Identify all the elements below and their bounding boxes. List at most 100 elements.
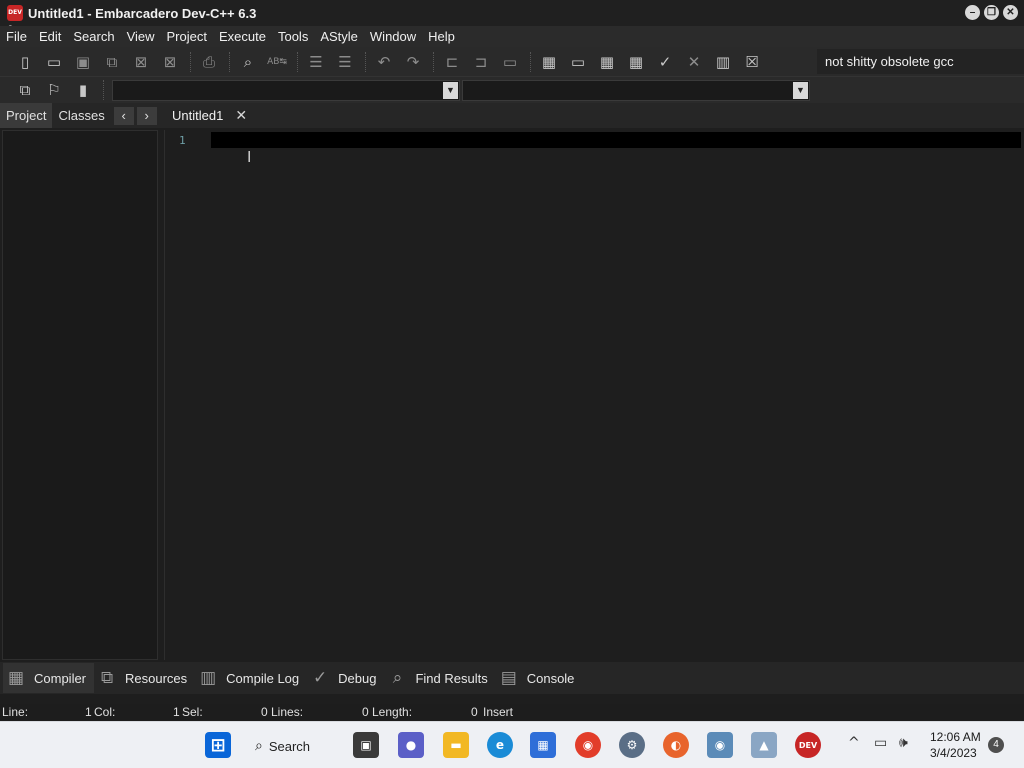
status-mode: Insert [483,705,514,719]
notification-badge[interactable]: 4 [988,737,1004,753]
tab-resources[interactable]: ⧉ Resources [94,663,195,693]
indent-icon[interactable]: ☰ [303,50,329,74]
unindent-icon[interactable]: ☰ [332,50,358,74]
find-icon[interactable]: ⌕ [235,50,261,74]
tab-compiler[interactable]: ▦ Compiler [3,663,95,693]
tab-label: Debug [338,670,377,686]
compiler-select[interactable]: not shitty obsolete gcc [817,49,1024,74]
menu-file[interactable]: File [0,26,33,47]
clock-time: 12:06 AM [930,730,981,744]
toolbar-separator [433,51,435,72]
code-editor[interactable]: 1 I [164,130,1024,660]
stop-icon[interactable]: ✕ [681,50,707,74]
save-icon[interactable]: ▣ [70,50,96,74]
minimize-icon[interactable]: – [965,5,980,20]
project-tree[interactable] [2,130,158,660]
task-view-icon[interactable]: ▣ [353,732,379,758]
tab-classes[interactable]: Classes [52,103,110,128]
tab-untitled1[interactable]: Untitled1 ✕ [166,103,254,128]
comment-icon[interactable]: ▭ [497,50,523,74]
settings-gear-icon[interactable]: ⚙ [619,732,645,758]
bookmark-in-icon[interactable]: ⊏ [439,50,465,74]
eyes-app-icon[interactable]: ◉ [707,732,733,758]
project-add-icon[interactable]: ⧉ [12,78,38,102]
save-all-icon[interactable]: ⧉ [99,50,125,74]
chevron-down-icon[interactable]: ▼ [793,82,808,99]
window-title: Untitled1 - Embarcadero Dev-C++ 6.3 [28,5,257,21]
bookmark-toggle-icon[interactable]: ▮ [70,78,96,102]
firefox-browser-icon[interactable]: ◐ [663,732,689,758]
open-icon[interactable]: ▭ [41,50,67,74]
close-all-icon[interactable]: ⊠ [157,50,183,74]
tab-console[interactable]: ▤ Console [496,663,583,693]
status-col-value: 1 [173,705,180,719]
file-explorer-icon[interactable]: ▬ [443,732,469,758]
close-file-icon[interactable]: ⊠ [128,50,154,74]
chevron-up-icon[interactable]: ^ [848,735,860,751]
bookmark-out-icon[interactable]: ⊐ [468,50,494,74]
search-label: Search [268,738,311,754]
status-line-value: 1 [85,705,92,719]
toolbar-separator [530,51,532,72]
tab-project[interactable]: Project [0,103,53,128]
menu-help[interactable]: Help [422,26,461,47]
function-combo[interactable]: ▼ [462,80,810,101]
volume-icon[interactable]: 🕪 [899,735,908,751]
editor-tab-bar: Untitled1 ✕ [164,103,1024,128]
teams-chat-icon[interactable]: ● [398,732,424,758]
new-file-icon[interactable]: ▯ [12,50,38,74]
chevron-down-icon[interactable]: ▼ [443,82,458,99]
syntax-check-icon[interactable]: ✓ [652,50,678,74]
toolbar-separator [229,51,231,72]
toolbar-separator [103,80,105,100]
print-icon[interactable]: ⎙ [196,50,222,74]
edge-browser-icon[interactable]: e [487,732,513,758]
chevron-right-icon[interactable]: › [136,106,157,125]
replace-icon[interactable]: AB↹ [264,50,290,74]
taskbar-search[interactable]: ⌕ Search [255,733,335,759]
tab-compile-log[interactable]: ▥ Compile Log [195,663,307,693]
bookmark-icon[interactable]: ⚐ [41,78,67,102]
class-combo[interactable]: ▼ [112,80,460,101]
resources-icon: ⧉ [100,668,114,688]
menu-view[interactable]: View [121,26,161,47]
close-icon[interactable]: ✕ [235,107,247,124]
status-sel-label: Sel: [182,705,203,719]
taskbar-clock[interactable]: 12:06 AM 3/4/2023 [930,729,981,761]
status-bar: Line: 1 Col: 1 Sel: 0 Lines: 0 Length: 0… [0,704,1024,721]
menu-window[interactable]: Window [364,26,422,47]
tab-debug[interactable]: ✓ Debug [307,663,384,693]
menu-project[interactable]: Project [161,26,213,47]
chrome-browser-icon[interactable]: ◉ [575,732,601,758]
menu-tools[interactable]: Tools [272,26,314,47]
panel-tabs: Project Classes ‹ › [0,103,164,128]
menu-astyle[interactable]: AStyle [314,26,364,47]
restore-icon[interactable]: ❐ [984,5,999,20]
devcpp-taskbar-icon[interactable]: DEV [795,732,821,758]
compile-icon[interactable]: ▦ [536,50,562,74]
microsoft-store-icon[interactable]: ▦ [530,732,556,758]
windows-start-icon[interactable]: ⊞ [205,732,231,758]
devcpp-app-icon[interactable]: DEV C++ [7,5,23,32]
photos-app-icon[interactable]: ▲ [751,732,777,758]
text-cursor-icon: I [247,148,252,166]
network-icon[interactable]: ▭ [874,735,887,751]
rebuild-icon[interactable]: ▦ [623,50,649,74]
chart-icon[interactable]: ▥ [710,50,736,74]
undo-icon[interactable]: ↶ [371,50,397,74]
run-icon[interactable]: ▭ [565,50,591,74]
menu-edit[interactable]: Edit [33,26,67,47]
compile-run-icon[interactable]: ▦ [594,50,620,74]
menu-execute[interactable]: Execute [213,26,272,47]
tab-title: Untitled1 [172,108,224,123]
close-icon[interactable]: ✕ [1003,5,1018,20]
clock-date: 3/4/2023 [930,746,977,760]
delete-icon[interactable]: ☒ [739,50,765,74]
menu-search[interactable]: Search [67,26,120,47]
find-icon: ⌕ [392,668,403,688]
status-length-value: 0 [471,705,478,719]
toolbar-separator [190,51,192,72]
redo-icon[interactable]: ↷ [400,50,426,74]
chevron-left-icon[interactable]: ‹ [113,106,134,125]
tab-find-results[interactable]: ⌕ Find Results [384,663,495,693]
